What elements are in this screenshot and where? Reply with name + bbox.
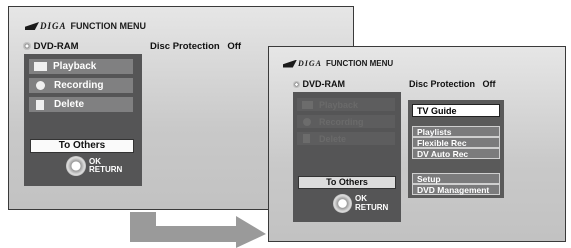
delete-button[interactable]: Delete [297, 132, 395, 145]
diga-logo: DIGA FUNCTION MENU [25, 21, 146, 31]
trash-icon [36, 99, 44, 110]
disc-protection-value: Off [227, 41, 242, 52]
ok-return-hint: OK RETURN [333, 194, 388, 213]
submenu-item-dv-auto-rec[interactable]: DV Auto Rec [412, 148, 500, 159]
to-others-button[interactable]: To Others [30, 139, 134, 153]
disc-protection: Disc Protection Off [150, 41, 241, 52]
clock-icon [36, 81, 45, 90]
recording-label: Recording [54, 80, 104, 91]
disc-protection: Disc Protection Off [409, 79, 496, 89]
submenu-item-playlists[interactable]: Playlists [412, 126, 500, 137]
disc-type-label: DVD-RAM [302, 79, 346, 89]
recording-button[interactable]: Recording [297, 115, 395, 128]
disc-icon [23, 42, 31, 51]
delete-label: Delete [319, 133, 347, 144]
menu-title: FUNCTION MENU [326, 59, 394, 68]
recording-label: Recording [319, 116, 364, 127]
disc-protection-value: Off [482, 79, 496, 89]
to-others-submenu: TV Guide Playlists Flexible Rec DV Auto … [408, 100, 504, 198]
return-label: RETURN [89, 165, 123, 174]
trash-icon [303, 134, 310, 143]
submenu-item-flexible-rec[interactable]: Flexible Rec [412, 137, 500, 148]
return-label: RETURN [355, 202, 389, 212]
submenu-item-dvd-management[interactable]: DVD Management [412, 184, 500, 195]
submenu-item-tv-guide[interactable]: TV Guide [412, 104, 500, 117]
diga-swoosh-icon [283, 59, 297, 68]
to-others-button[interactable]: To Others [298, 176, 396, 189]
menu-title: FUNCTION MENU [70, 21, 147, 31]
disc-type-label: DVD-RAM [33, 41, 79, 52]
delete-label: Delete [54, 99, 85, 110]
playback-label: Playback [53, 61, 97, 72]
remote-dial-icon [333, 194, 352, 213]
disc-type: DVD-RAM [23, 41, 79, 52]
disc-type: DVD-RAM [293, 79, 345, 89]
disc-icon [293, 81, 300, 89]
playback-label: Playback [319, 99, 359, 110]
submenu-item-setup[interactable]: Setup [412, 173, 500, 184]
diga-swoosh-icon [25, 22, 39, 30]
playback-icon [302, 100, 313, 109]
disc-protection-label: Disc Protection [409, 79, 476, 89]
remote-dial-icon [66, 156, 86, 176]
ok-return-hint: OK RETURN [66, 156, 122, 176]
disc-protection-label: Disc Protection [150, 41, 220, 52]
clock-icon [303, 117, 311, 126]
brand-name: DIGA [40, 21, 67, 31]
function-menu-screen-to-others: DIGA FUNCTION MENU DVD-RAM Disc Protecti… [268, 46, 566, 242]
playback-button[interactable]: Playback [297, 98, 395, 111]
playback-icon [34, 62, 47, 71]
delete-button[interactable]: Delete [29, 97, 133, 112]
function-menu-panel: Playback Recording Delete To Others OK R… [293, 92, 401, 222]
diga-logo: DIGA FUNCTION MENU [283, 59, 393, 68]
transition-arrow-icon [130, 212, 266, 248]
brand-name: DIGA [298, 59, 323, 68]
playback-button[interactable]: Playback [29, 59, 133, 74]
function-menu-panel: Playback Recording Delete To Others OK R… [24, 54, 142, 186]
recording-button[interactable]: Recording [29, 78, 133, 93]
